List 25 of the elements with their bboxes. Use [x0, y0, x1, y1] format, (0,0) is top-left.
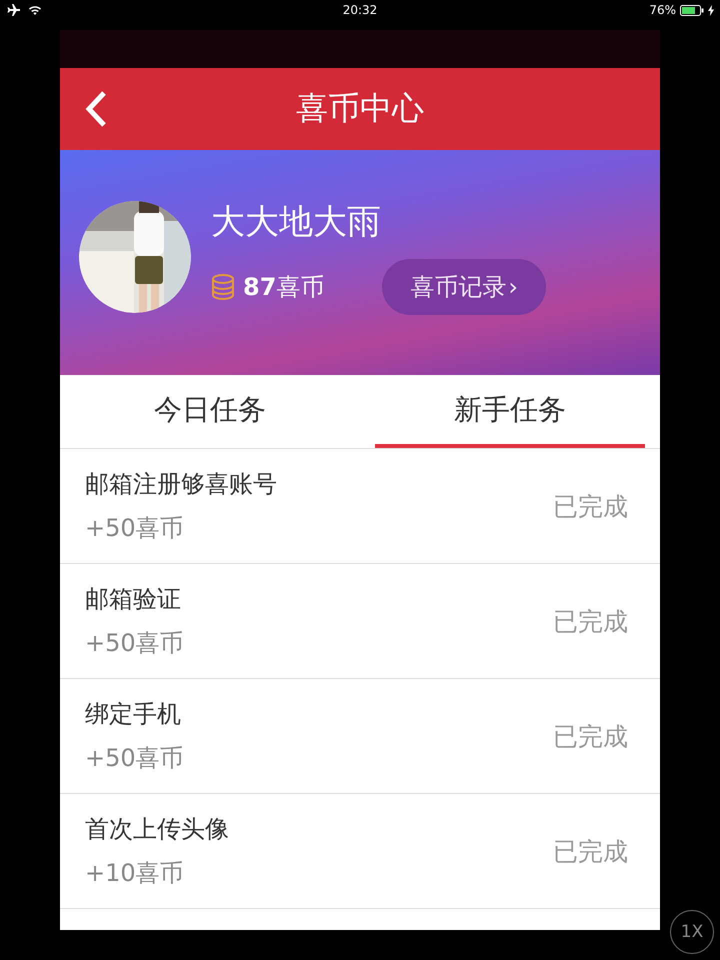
task-status: 已完成 [553, 720, 628, 752]
task-title: 邮箱注册够喜账号 [85, 469, 277, 500]
task-status: 已完成 [553, 836, 628, 868]
page-title: 喜币中心 [296, 88, 424, 129]
charging-icon [708, 4, 714, 16]
battery-icon [680, 4, 704, 16]
status-time: 20:32 [342, 3, 378, 17]
task-reward: +50喜币 [85, 628, 184, 659]
task-reward: +10喜币 [85, 858, 185, 889]
task-title: 邮箱验证 [85, 584, 182, 615]
task-title: 绑定手机 [85, 699, 182, 730]
task-status: 已完成 [553, 490, 628, 522]
wifi-icon [28, 5, 42, 15]
coins-icon [211, 274, 235, 300]
airplane-icon [6, 4, 20, 16]
task-reward: +50喜币 [85, 743, 184, 774]
task-title: 首次上传头像 [85, 814, 229, 845]
zoom-button[interactable]: 1X [670, 910, 714, 954]
coin-record-button[interactable]: 喜币记录› [382, 258, 546, 314]
coin-balance: 87喜币 [243, 272, 324, 302]
task-reward: +50喜币 [85, 513, 185, 544]
back-icon[interactable] [84, 90, 108, 128]
battery-percent: 76% [649, 3, 676, 17]
user-name: 大大地大雨 [211, 200, 382, 244]
task-status: 已完成 [553, 606, 628, 638]
